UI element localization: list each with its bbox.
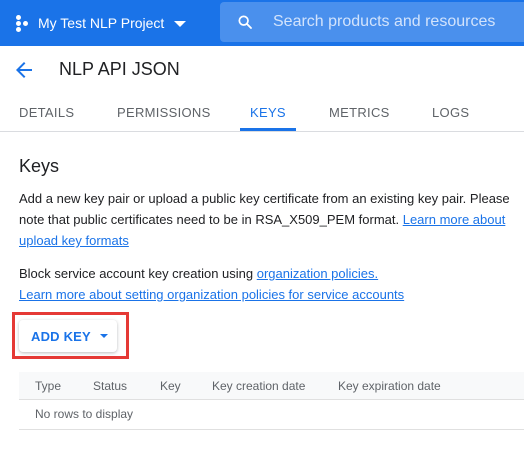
block-key-creation-text: Block service account key creation using <box>19 266 257 281</box>
tab-bar: DETAILS PERMISSIONS KEYS METRICS LOGS <box>0 96 524 132</box>
key-policy-description: Block service account key creation using… <box>19 263 514 305</box>
chevron-down-icon <box>174 21 187 27</box>
add-key-label: ADD KEY <box>31 328 91 344</box>
search-icon <box>238 15 252 29</box>
keys-heading: Keys <box>19 156 60 176</box>
table-empty-row: No rows to display <box>19 400 524 430</box>
column-header-type[interactable]: Type <box>35 379 61 393</box>
project-hierarchy-icon <box>16 15 30 32</box>
tab-details[interactable]: DETAILS <box>19 96 74 131</box>
tab-metrics[interactable]: METRICS <box>329 96 390 131</box>
organization-policies-link[interactable]: organization policies. <box>257 266 378 281</box>
project-selector[interactable]: My Test NLP Project <box>0 0 187 46</box>
org-policy-learn-more-link[interactable]: Learn more about setting organization po… <box>19 287 404 302</box>
search-bar[interactable] <box>220 2 524 42</box>
keys-description: Add a new key pair or upload a public ke… <box>19 188 514 251</box>
dropdown-arrow-icon <box>99 334 108 338</box>
page-title: NLP API JSON <box>59 59 180 79</box>
tab-keys[interactable]: KEYS <box>240 96 296 131</box>
empty-table-message: No rows to display <box>35 407 134 421</box>
keys-table: Type Status Key Key creation date Key ex… <box>19 372 524 430</box>
column-header-expiration-date[interactable]: Key expiration date <box>338 379 441 393</box>
column-header-creation-date[interactable]: Key creation date <box>212 379 305 393</box>
tab-logs[interactable]: LOGS <box>432 96 469 131</box>
column-header-key[interactable]: Key <box>160 379 181 393</box>
page-header: NLP API JSON <box>0 46 524 96</box>
search-input[interactable] <box>273 13 513 31</box>
tab-permissions[interactable]: PERMISSIONS <box>117 96 211 131</box>
top-app-bar: My Test NLP Project <box>0 0 524 46</box>
add-key-button[interactable]: ADD KEY <box>19 320 117 352</box>
column-header-status[interactable]: Status <box>93 379 127 393</box>
back-arrow-icon[interactable] <box>12 58 36 82</box>
project-name: My Test NLP Project <box>38 15 165 31</box>
table-header: Type Status Key Key creation date Key ex… <box>19 372 524 400</box>
